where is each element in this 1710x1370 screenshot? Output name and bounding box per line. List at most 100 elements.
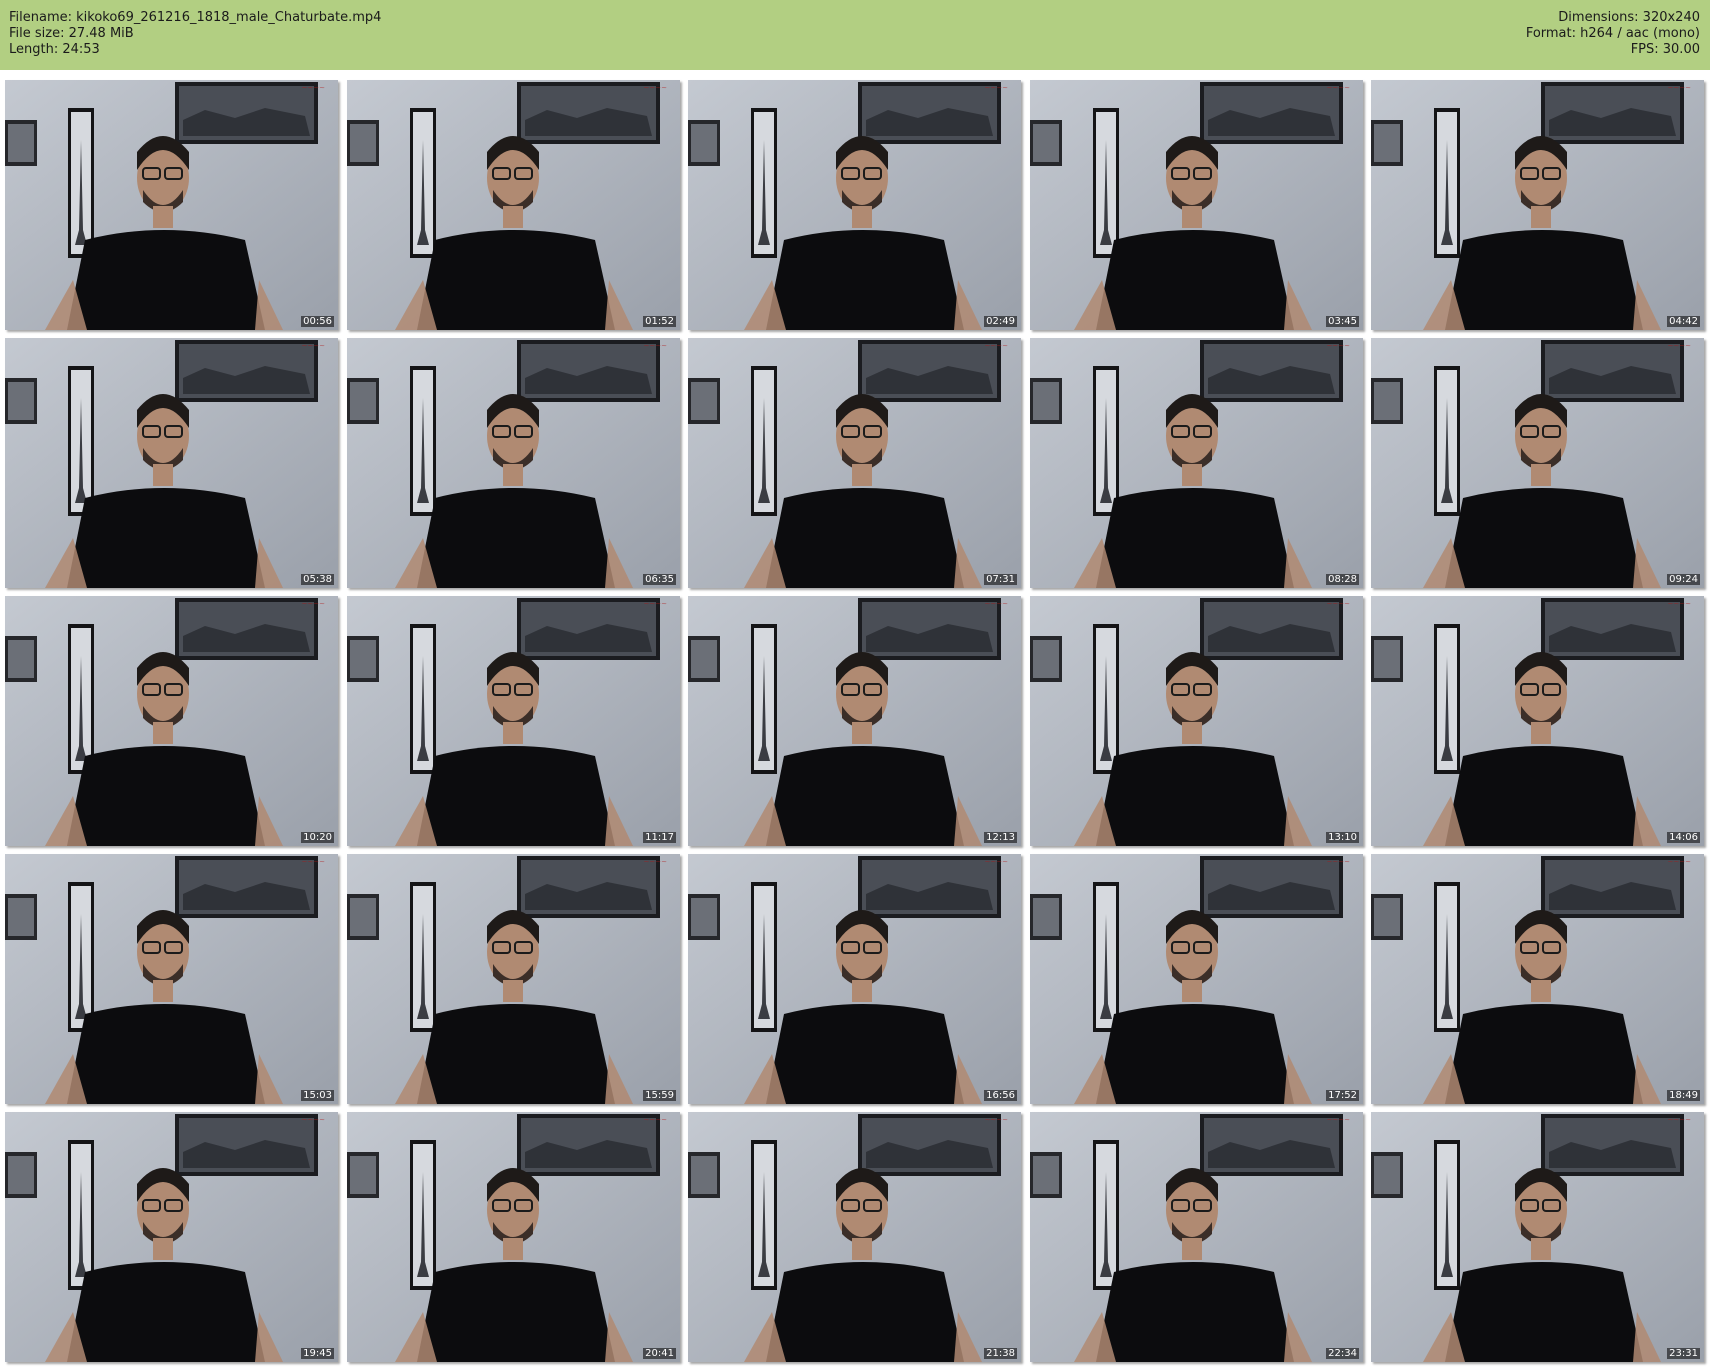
svg-text:~~~~: ~~~~ [302,858,326,866]
svg-text:~~~~: ~~~~ [985,1116,1009,1124]
svg-text:~~~~: ~~~~ [302,84,326,92]
frame-image: ~~~~ [347,338,680,588]
timestamp-label: 16:56 [984,1090,1017,1101]
frame-image: ~~~~ [688,80,1021,330]
frame-image: ~~~~ [347,596,680,846]
thumbnail-frame: ~~~~ 08:28 [1030,338,1363,588]
thumbnail-frame: ~~~~ 17:52 [1030,854,1363,1104]
timestamp-label: 15:03 [301,1090,334,1101]
frame-image: ~~~~ [1030,80,1363,330]
thumbnail-frame: ~~~~ 10:20 [5,596,338,846]
thumbnail-frame: ~~~~ 15:59 [347,854,680,1104]
svg-text:~~~~: ~~~~ [1668,342,1692,350]
frame-image: ~~~~ [347,854,680,1104]
thumbnail-frame: ~~~~ 20:41 [347,1112,680,1362]
timestamp-label: 03:45 [1326,316,1359,327]
svg-text:~~~~: ~~~~ [1668,84,1692,92]
frame-image: ~~~~ [347,1112,680,1362]
frame-image: ~~~~ [347,80,680,330]
svg-text:~~~~: ~~~~ [985,600,1009,608]
thumbnail-frame: ~~~~ 22:34 [1030,1112,1363,1362]
dimensions-text: Dimensions: 320x240 [1558,10,1700,25]
fps-text: FPS: 30.00 [1630,42,1700,57]
frame-image: ~~~~ [688,338,1021,588]
frame-image: ~~~~ [1030,1112,1363,1362]
svg-text:~~~~: ~~~~ [644,84,668,92]
timestamp-label: 20:41 [643,1348,676,1359]
svg-text:~~~~: ~~~~ [644,858,668,866]
svg-text:~~~~: ~~~~ [1327,84,1351,92]
thumbnail-frame: ~~~~ 02:49 [688,80,1021,330]
info-right: Dimensions: 320x240 Format: h264 / aac (… [1526,10,1700,58]
frame-image: ~~~~ [1030,596,1363,846]
thumbnail-frame: ~~~~ 01:52 [347,80,680,330]
timestamp-label: 00:56 [301,316,334,327]
thumbnail-frame: ~~~~ 11:17 [347,596,680,846]
thumbnail-frame: ~~~~ 23:31 [1371,1112,1704,1362]
timestamp-label: 06:35 [643,574,676,585]
svg-text:~~~~: ~~~~ [644,1116,668,1124]
timestamp-label: 01:52 [643,316,676,327]
thumbnail-frame: ~~~~ 18:49 [1371,854,1704,1104]
svg-text:~~~~: ~~~~ [1327,600,1351,608]
thumbnail-frame: ~~~~ 12:13 [688,596,1021,846]
info-left: Filename: kikoko69_261216_1818_male_Chat… [9,10,381,58]
timestamp-label: 18:49 [1667,1090,1700,1101]
timestamp-label: 07:31 [984,574,1017,585]
thumbnail-frame: ~~~~ 14:06 [1371,596,1704,846]
thumbnail-frame: ~~~~ 05:38 [5,338,338,588]
svg-text:~~~~: ~~~~ [644,600,668,608]
thumbnail-frame: ~~~~ 13:10 [1030,596,1363,846]
timestamp-label: 17:52 [1326,1090,1359,1101]
timestamp-label: 15:59 [643,1090,676,1101]
svg-text:~~~~: ~~~~ [302,600,326,608]
frame-image: ~~~~ [5,338,338,588]
thumbnail-frame: ~~~~ 16:56 [688,854,1021,1104]
frame-image: ~~~~ [1371,1112,1704,1362]
frame-image: ~~~~ [1371,854,1704,1104]
frame-image: ~~~~ [1371,80,1704,330]
filename-text: Filename: kikoko69_261216_1818_male_Chat… [9,10,382,25]
svg-text:~~~~: ~~~~ [302,342,326,350]
timestamp-label: 11:17 [643,832,676,843]
thumbnail-frame: ~~~~ 03:45 [1030,80,1363,330]
timestamp-label: 04:42 [1667,316,1700,327]
svg-text:~~~~: ~~~~ [1668,1116,1692,1124]
frame-image: ~~~~ [688,596,1021,846]
timestamp-label: 10:20 [301,832,334,843]
thumbnail-frame: ~~~~ 15:03 [5,854,338,1104]
timestamp-label: 14:06 [1667,832,1700,843]
timestamp-label: 13:10 [1326,832,1359,843]
frame-image: ~~~~ [5,1112,338,1362]
thumbnail-frame: ~~~~ 19:45 [5,1112,338,1362]
thumbnail-grid: ~~~~ 00:56 ~~~~ 01:52 ~~~~ 02:49 ~~~~ 03… [5,80,1707,1364]
svg-text:~~~~: ~~~~ [302,1116,326,1124]
timestamp-label: 02:49 [984,316,1017,327]
timestamp-label: 23:31 [1667,1348,1700,1359]
timestamp-label: 05:38 [301,574,334,585]
timestamp-label: 22:34 [1326,1348,1359,1359]
filesize-text: File size: 27.48 MiB [9,26,134,41]
thumbnail-frame: ~~~~ 06:35 [347,338,680,588]
info-header: Filename: kikoko69_261216_1818_male_Chat… [0,0,1710,70]
frame-image: ~~~~ [5,80,338,330]
format-text: Format: h264 / aac (mono) [1525,26,1700,41]
svg-text:~~~~: ~~~~ [1668,858,1692,866]
frame-image: ~~~~ [1371,596,1704,846]
frame-image: ~~~~ [5,854,338,1104]
svg-text:~~~~: ~~~~ [644,342,668,350]
svg-text:~~~~: ~~~~ [985,342,1009,350]
svg-text:~~~~: ~~~~ [1327,858,1351,866]
thumbnail-frame: ~~~~ 09:24 [1371,338,1704,588]
frame-image: ~~~~ [1030,854,1363,1104]
timestamp-label: 19:45 [301,1348,334,1359]
timestamp-label: 08:28 [1326,574,1359,585]
timestamp-label: 09:24 [1667,574,1700,585]
timestamp-label: 12:13 [984,832,1017,843]
frame-image: ~~~~ [1030,338,1363,588]
thumbnail-frame: ~~~~ 04:42 [1371,80,1704,330]
thumbnail-frame: ~~~~ 00:56 [5,80,338,330]
frame-image: ~~~~ [688,854,1021,1104]
svg-text:~~~~: ~~~~ [985,84,1009,92]
svg-text:~~~~: ~~~~ [1327,1116,1351,1124]
